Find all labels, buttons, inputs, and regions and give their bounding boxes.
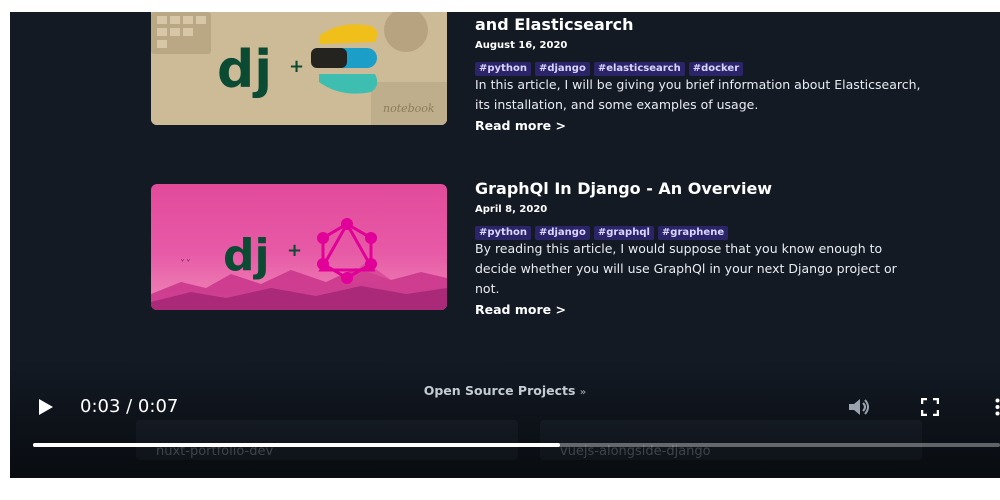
- django-elasticsearch-illustration: notebook dj +: [151, 12, 447, 125]
- fullscreen-icon[interactable]: [920, 397, 940, 420]
- article-thumbnail-graphql[interactable]: ᵛ ᵛ dj +: [151, 184, 447, 310]
- time-display: 0:03 / 0:07: [80, 396, 179, 417]
- tag-elasticsearch[interactable]: #elasticsearch: [593, 62, 685, 76]
- plus-sign: +: [287, 240, 302, 261]
- tag-graphql[interactable]: #graphql: [593, 226, 654, 240]
- more-icon[interactable]: [995, 398, 1000, 420]
- chevron-double-down-icon: »: [579, 387, 587, 398]
- video-player[interactable]: notebook dj + and Elasticsearch August 1…: [10, 12, 1000, 478]
- article-title[interactable]: and Elasticsearch: [475, 15, 935, 35]
- read-more-link[interactable]: Read more >: [475, 118, 566, 133]
- article-title[interactable]: GraphQl In Django - An Overview: [475, 179, 935, 199]
- read-more-link[interactable]: Read more >: [475, 302, 566, 317]
- article-excerpt: In this article, I will be giving you br…: [475, 75, 935, 115]
- article-tags: #python #django #graphql #graphene: [475, 220, 935, 240]
- tag-python[interactable]: #python: [475, 62, 531, 76]
- article-date: April 8, 2020: [475, 204, 548, 215]
- volume-icon[interactable]: [848, 397, 872, 421]
- article-card-elasticsearch: and Elasticsearch August 16, 2020 #pytho…: [475, 15, 935, 134]
- article-card-graphql: GraphQl In Django - An Overview April 8,…: [475, 179, 935, 318]
- article-thumbnail-elasticsearch[interactable]: notebook dj +: [151, 12, 447, 125]
- progress-bar[interactable]: [33, 443, 1000, 447]
- tag-docker[interactable]: #docker: [688, 62, 744, 76]
- article-tags: #python #django #elasticsearch #docker: [475, 56, 935, 76]
- tag-graphene[interactable]: #graphene: [657, 226, 729, 240]
- section-heading-label: Open Source Projects: [423, 383, 576, 398]
- tag-django[interactable]: #django: [534, 226, 590, 240]
- excerpt-line: decide whether you will use GraphQl in y…: [475, 261, 897, 276]
- django-graphql-illustration: ᵛ ᵛ dj +: [151, 218, 447, 310]
- bird-marks: ᵛ ᵛ: [181, 257, 190, 266]
- tag-django[interactable]: #django: [534, 62, 590, 76]
- django-logo: dj: [217, 40, 272, 100]
- article-date: August 16, 2020: [475, 40, 568, 51]
- elasticsearch-logo: [311, 24, 378, 94]
- article-excerpt: By reading this article, I would suppose…: [475, 239, 935, 299]
- excerpt-line: not.: [475, 281, 500, 296]
- excerpt-line: In this article, I will be giving you br…: [475, 77, 921, 92]
- play-icon[interactable]: [38, 398, 54, 420]
- excerpt-line: its installation, and some examples of u…: [475, 97, 759, 112]
- excerpt-line: By reading this article, I would suppose…: [475, 241, 883, 256]
- tag-python[interactable]: #python: [475, 226, 531, 240]
- django-logo: dj: [223, 230, 270, 281]
- notebook-caption: notebook: [383, 102, 435, 115]
- progress-fill: [33, 443, 560, 447]
- plus-sign: +: [289, 56, 304, 77]
